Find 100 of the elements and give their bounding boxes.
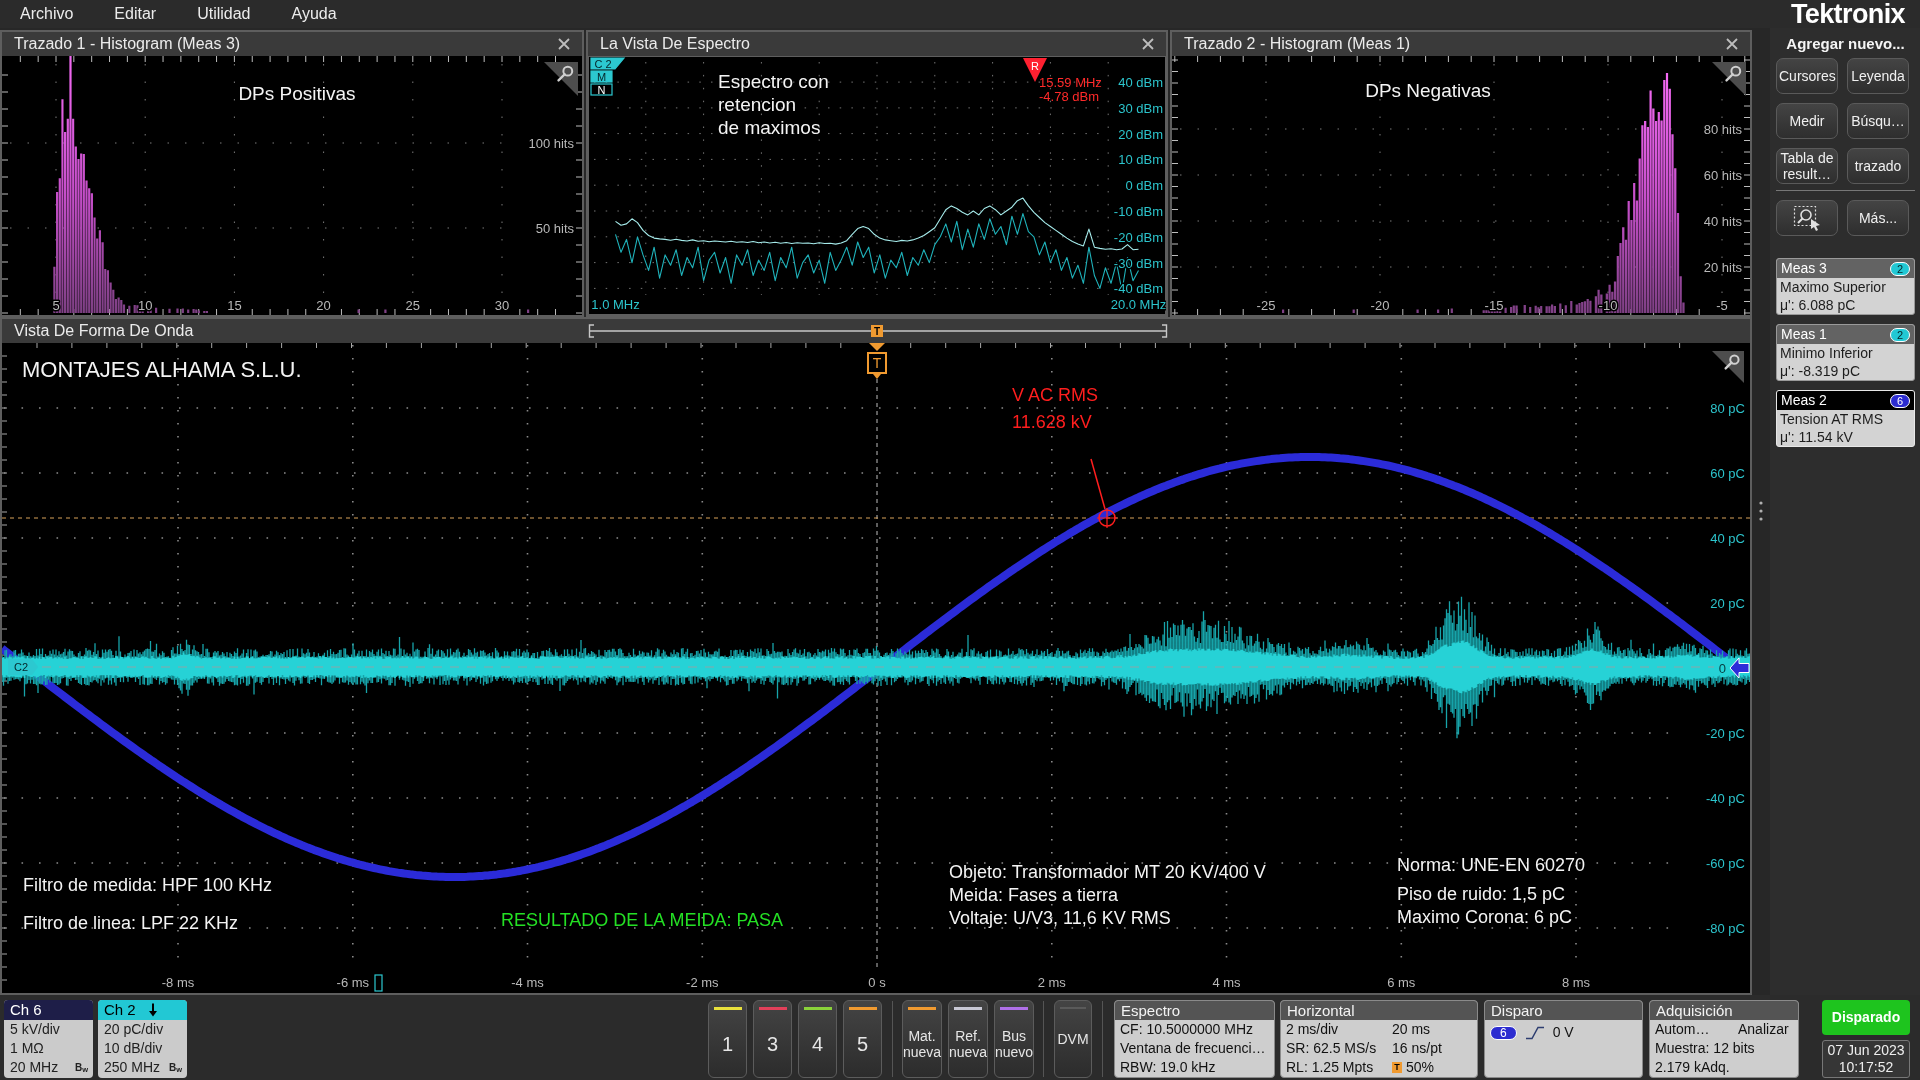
- channel-name: Ch 6: [10, 1000, 42, 1020]
- magnifier-icon[interactable]: [1712, 62, 1746, 96]
- readout-label: V AC RMS: [1012, 385, 1099, 405]
- drag-handle-icon[interactable]: [1759, 501, 1763, 521]
- magnifier-icon[interactable]: [544, 62, 578, 96]
- axis-label: 5: [52, 298, 60, 313]
- channel-card[interactable]: Ch 6 5 kV/div 1 MΩ 20 MHz B$_{w}$: [4, 1000, 93, 1078]
- position-marker-icon[interactable]: [374, 974, 383, 992]
- axis-label: -80 pC: [1705, 921, 1745, 936]
- menu-item[interactable]: Utilidad: [197, 4, 251, 24]
- logo-heading: MONTAJES ALHAMA S.L.U.: [22, 357, 302, 382]
- brand-logo: Tektronix: [1790, 0, 1905, 28]
- trace-tag: M: [590, 70, 613, 83]
- channel-card[interactable]: Ch 2 20 pC/div 10 dB/div 250 MHz B$_{w}$: [98, 1000, 187, 1078]
- result-text: RESULTADO DE LA MEIDA: PASA: [501, 910, 784, 930]
- settings-panel[interactable]: Horizontal 2 ms/div 20 ms SR: 62.5 MS/s 16 ns/pt RL: 1.25 Mpts T 50%: [1280, 1000, 1478, 1078]
- settings-panel[interactable]: Adquisición Autom… Analizar Muestra: 12 bits 2.179 kAdq.: [1649, 1000, 1799, 1078]
- axis-label: -4 ms: [511, 975, 544, 990]
- overview-bar[interactable]: [588, 324, 1168, 338]
- setting-text: 16 ns/pt: [1392, 1039, 1442, 1058]
- add-button[interactable]: Mat. nueva: [902, 1000, 942, 1078]
- setting-text: Analizar: [1738, 1020, 1789, 1039]
- axis-label: 25: [405, 298, 421, 313]
- axis-label: 100 hits: [528, 136, 574, 151]
- axis-label: 0: [1718, 661, 1726, 676]
- measurement-card[interactable]: Meas 1 2 Minimo Inferior μ': -8.319 pC: [1776, 324, 1915, 381]
- channel-tag[interactable]: C2: [8, 659, 38, 675]
- measurement-card[interactable]: Meas 3 2 Maximo Superior μ': 6.088 pC: [1776, 258, 1915, 315]
- toolbar-button[interactable]: Más...: [1847, 200, 1909, 236]
- measurement-name: Tension AT RMS: [1779, 410, 1884, 428]
- panel-title: Trazado 2 - Histogram (Meas 1): [1184, 34, 1411, 54]
- dvm-button[interactable]: DVM: [1054, 1000, 1092, 1078]
- axis-label: 20.0 MHz: [1110, 297, 1166, 312]
- close-icon: [1726, 38, 1738, 50]
- add-button[interactable]: Bus nuevo: [994, 1000, 1034, 1078]
- readout-value: 11.628 kV: [1012, 412, 1092, 432]
- measurement-value: μ': -8.319 pC: [1779, 362, 1861, 380]
- channel-setting: 20 pC/div: [104, 1020, 164, 1039]
- add-button[interactable]: Ref. nueva: [948, 1000, 988, 1078]
- time-text: 10:17:52: [1837, 1059, 1895, 1076]
- axis-label: 4 ms: [1212, 975, 1241, 990]
- channel-button[interactable]: 5: [843, 1000, 882, 1078]
- setting-text: 0 V: [1552, 1023, 1574, 1042]
- channel-setting: 250 MHz: [104, 1058, 161, 1077]
- channel-chip: 2: [1889, 327, 1910, 342]
- axis-label: 10 dBm: [1118, 152, 1163, 168]
- axis-label: -5: [1716, 298, 1728, 313]
- axis-label: -20 pC: [1705, 726, 1745, 741]
- settings-panel[interactable]: Disparo 6 0 V: [1484, 1000, 1643, 1078]
- axis-label: 20: [316, 298, 331, 313]
- panel-title: Vista De Forma De Onda: [14, 321, 195, 341]
- menu-item[interactable]: Editar: [114, 4, 157, 24]
- settings-panel[interactable]: Espectro CF: 10.5000000 MHz Ventana de frecuenci… RBW: 19.0 kHz: [1114, 1000, 1275, 1078]
- magnifier-button[interactable]: [1776, 200, 1838, 236]
- panel-title: La Vista De Espectro: [600, 34, 750, 54]
- measurement-name: Maximo Superior: [1779, 278, 1887, 296]
- date-text: 07 Jun 2023: [1826, 1042, 1906, 1059]
- trace-tag: C 2: [590, 57, 626, 70]
- setting-text: RBW: 19.0 kHz: [1119, 1058, 1217, 1077]
- close-icon: [558, 38, 570, 50]
- note-text: Piso de ruido: 1,5 pC: [1397, 884, 1566, 904]
- channel-button[interactable]: 4: [798, 1000, 837, 1078]
- channel-button[interactable]: 3: [753, 1000, 792, 1078]
- note-text: Maximo Corona: 6 pC: [1397, 907, 1573, 927]
- axis-label: -60 pC: [1705, 856, 1745, 871]
- toolbar-button[interactable]: Cursores: [1776, 58, 1838, 94]
- note-text: Voltaje: U/V3, 11,6 KV RMS: [949, 908, 1171, 928]
- toolbar-button[interactable]: Búsqu…: [1847, 103, 1909, 139]
- setting-text: Muestra: 12 bits: [1655, 1039, 1755, 1058]
- toolbar-button[interactable]: Tabla de result…: [1776, 148, 1838, 184]
- setting-text: 20 ms: [1392, 1020, 1431, 1039]
- magnifier-icon[interactable]: [1712, 351, 1744, 383]
- close-icon: [1142, 38, 1154, 50]
- menu-item[interactable]: Ayuda: [291, 4, 337, 24]
- setting-text: Autom…: [1655, 1020, 1711, 1039]
- note-text: Filtro de medida: HPF 100 KHz: [23, 875, 273, 895]
- trigger-marker[interactable]: T: [871, 325, 883, 337]
- chart-caption: DPs Negativas: [1365, 80, 1491, 101]
- menu-item[interactable]: Archivo: [20, 4, 74, 24]
- axis-label: 20 hits: [1703, 260, 1742, 275]
- toolbar-button[interactable]: Medir: [1776, 103, 1838, 139]
- measurement-title: Meas 1: [1781, 325, 1827, 344]
- toolbar-button[interactable]: trazado: [1847, 148, 1909, 184]
- axis-label: 40 pC: [1710, 531, 1745, 546]
- trigger-tag: T: [1392, 1062, 1402, 1073]
- magnifier-box-icon: [1793, 205, 1821, 231]
- bandwidth-mark: B$_{w}$: [74, 1062, 88, 1073]
- panel-title: Trazado 1 - Histogram (Meas 3): [14, 34, 241, 54]
- channel-setting: 10 dB/div: [104, 1039, 163, 1058]
- channel-chip: 2: [1889, 261, 1910, 276]
- note-text: Objeto: Transformador MT 20 KV/400 V: [949, 862, 1266, 882]
- axis-label: 15: [227, 298, 242, 313]
- measurement-card[interactable]: Meas 2 6 Tension AT RMS μ': 11.54 kV: [1776, 390, 1915, 447]
- rising-edge-icon: [1524, 1025, 1545, 1040]
- axis-label: 8 ms: [1561, 975, 1591, 990]
- measurement-title: Meas 2: [1781, 391, 1827, 410]
- measurement-title: Meas 3: [1781, 259, 1827, 278]
- channel-button[interactable]: 1: [708, 1000, 747, 1078]
- axis-label: 60 pC: [1710, 466, 1745, 481]
- toolbar-button[interactable]: Leyenda: [1847, 58, 1909, 94]
